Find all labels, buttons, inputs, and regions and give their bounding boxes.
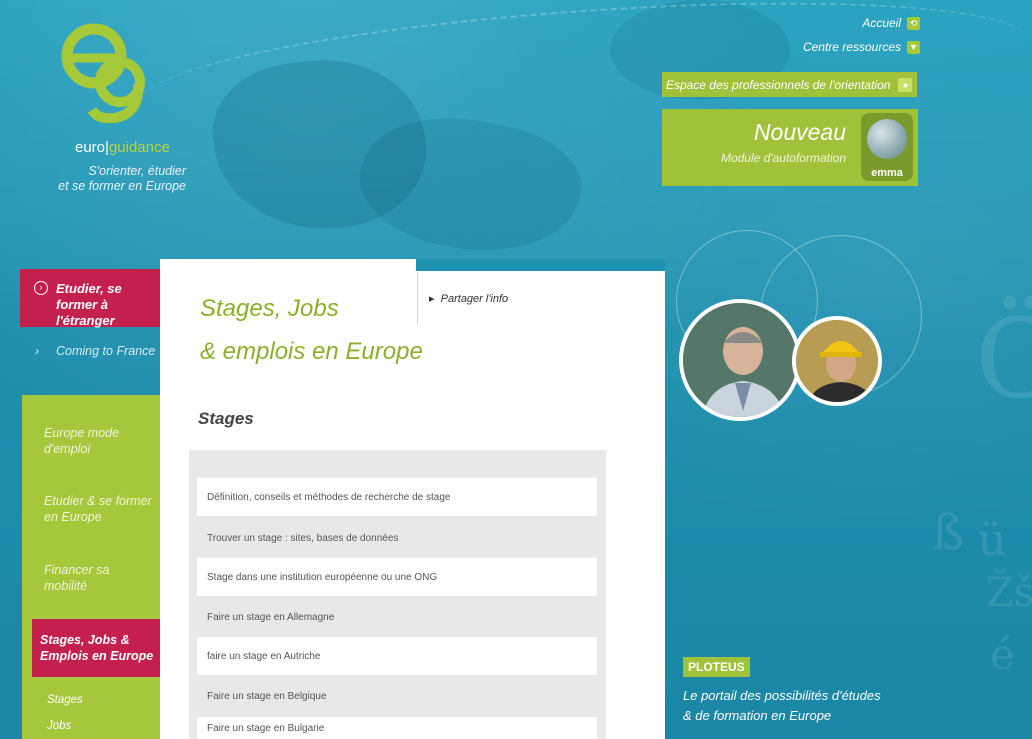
nav-study-abroad-label: Etudier, se former à l'étranger xyxy=(56,281,122,328)
person-photo xyxy=(792,316,882,406)
person-photo xyxy=(679,299,801,421)
sidebar-item-etudier-se-former[interactable]: Etudier & se former en Europe xyxy=(44,493,154,525)
sidebar-item-stages-jobs[interactable]: Stages, Jobs & Emplois en Europe xyxy=(40,632,158,664)
ploteus-link[interactable]: Le portail des possibilités d'études & d… xyxy=(683,686,913,726)
list-item[interactable]: Faire un stage en Bulgarie xyxy=(197,717,597,739)
professionals-link-label: Espace des professionnels de l'orientati… xyxy=(666,77,891,92)
tagline-line: et se former en Europe xyxy=(58,179,186,193)
home-icon: ⟲ xyxy=(907,16,920,30)
chevron-right-icon: › xyxy=(35,344,40,358)
person-icon: ● xyxy=(898,77,913,92)
decor-letter: é xyxy=(990,630,1015,679)
home-link-label: Accueil xyxy=(862,16,901,30)
euroguidance-logo[interactable] xyxy=(58,18,148,123)
list-item[interactable]: Faire un stage en Allemagne xyxy=(197,598,597,636)
emma-logo: emma xyxy=(861,113,913,181)
list-item[interactable]: Faire un stage en Belgique xyxy=(197,677,597,715)
decor-letter: Žš xyxy=(986,570,1032,616)
page-title-line: & emplois en Europe xyxy=(200,338,423,365)
ploteus-line: Le portail des possibilités d'études xyxy=(683,688,881,703)
sidebar-subitem-stages[interactable]: Stages xyxy=(47,694,83,706)
brand-tagline: S'orienter, étudier et se former en Euro… xyxy=(56,164,186,194)
globe-icon xyxy=(867,119,907,159)
tagline-line: S'orienter, étudier xyxy=(88,164,186,178)
nav-study-abroad[interactable]: › Etudier, se former à l'étranger xyxy=(20,269,160,328)
list-item[interactable]: Stage dans une institution européenne ou… xyxy=(197,558,597,596)
section-heading: Stages xyxy=(198,409,254,428)
professionals-link[interactable]: Espace des professionnels de l'orientati… xyxy=(662,72,917,97)
home-link[interactable]: Accueil ⟲ xyxy=(803,14,920,32)
list-item[interactable]: faire un stage en Autriche xyxy=(197,637,597,675)
brand-name: euro|guidance xyxy=(75,139,170,156)
page-title-line: Stages, Jobs xyxy=(200,295,339,322)
sidebar-item-financer[interactable]: Financer sa mobilité xyxy=(44,562,154,594)
decor-letter: ü xyxy=(978,515,1007,566)
nav-coming-label: Coming to France xyxy=(56,344,156,358)
resources-link-label: Centre ressources xyxy=(802,40,901,54)
sidebar-item-europe-mode-emploi[interactable]: Europe mode d'emploi xyxy=(44,425,154,457)
list-item[interactable]: Définition, conseils et méthodes de rech… xyxy=(197,478,597,516)
emma-label: emma xyxy=(871,167,903,179)
sidebar-subitem-jobs[interactable]: Jobs xyxy=(47,720,71,732)
list-item[interactable]: Trouver un stage : sites, bases de donné… xyxy=(197,519,597,557)
chevron-right-icon: › xyxy=(34,281,48,295)
top-nav: Accueil ⟲ Centre ressources ▼ xyxy=(803,14,920,62)
ploteus-line: & de formation en Europe xyxy=(683,708,832,723)
download-icon: ▼ xyxy=(907,40,920,54)
ploteus-badge[interactable]: PLOTEUS xyxy=(683,657,750,677)
share-text: Partager l'info xyxy=(440,293,509,305)
promo-title: Nouveau xyxy=(753,119,846,145)
panel-notch xyxy=(416,259,665,271)
brand-part2: guidance xyxy=(108,139,170,156)
resources-link[interactable]: Centre ressources ▼ xyxy=(803,38,920,56)
brand-part1: euro xyxy=(75,139,106,156)
decor-letter: ß xyxy=(932,505,965,561)
page-title: Stages, Jobs & emplois en Europe xyxy=(200,287,450,373)
decor-letter: Ö xyxy=(975,295,1032,423)
emma-promo-banner[interactable]: Nouveau Module d'autoformation emma xyxy=(662,109,918,186)
promo-subtitle: Module d'autoformation xyxy=(720,151,846,165)
share-button[interactable]: ▸ Partager l'info xyxy=(417,272,665,324)
